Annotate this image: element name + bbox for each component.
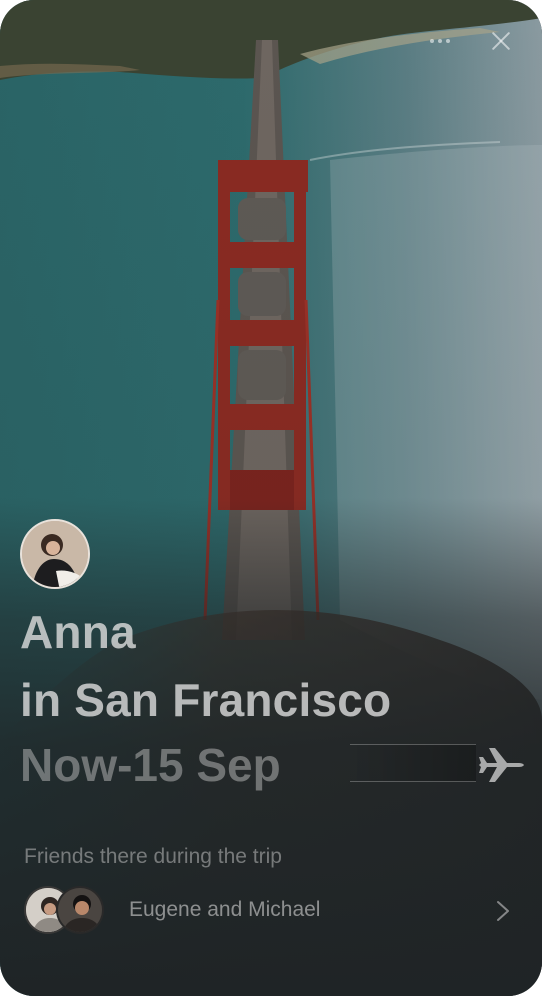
chevron-right-icon <box>497 901 509 921</box>
flight-trail <box>350 744 476 782</box>
story-title: Anna in San Francisco <box>20 598 391 734</box>
trip-dates: Now-15 Sep <box>20 739 281 791</box>
friend-avatar-michael <box>56 886 104 934</box>
friends-section-label: Friends there during the trip <box>24 845 282 868</box>
more-dots-icon[interactable] <box>430 39 450 43</box>
close-icon[interactable] <box>490 30 512 52</box>
avatar[interactable] <box>20 519 90 589</box>
friends-names: Eugene and Michael <box>129 898 321 921</box>
person-name: Anna <box>20 606 136 658</box>
airplane-icon <box>479 748 524 782</box>
location-line: in San Francisco <box>20 674 392 726</box>
trip-dates-row: Now-15 Sep <box>20 732 525 798</box>
story-screen: Anna in San Francisco Now-15 Sep Friends… <box>0 0 542 996</box>
story-top-bar <box>430 30 512 52</box>
friends-row[interactable]: Eugene and Michael <box>24 886 518 938</box>
